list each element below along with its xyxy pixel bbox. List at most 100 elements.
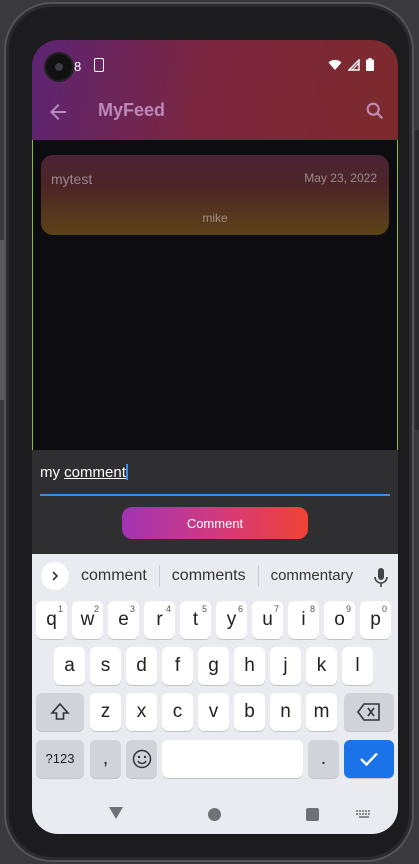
emoji-icon <box>132 749 151 769</box>
key-e-label: e <box>118 609 129 630</box>
key-hint-p: 0 <box>381 604 387 614</box>
key-hint-w: 2 <box>93 604 99 614</box>
desktop-background-strip <box>415 130 419 430</box>
key-l[interactable]: l <box>342 647 373 685</box>
key-y[interactable]: y6 <box>216 601 247 639</box>
key-d-label: d <box>136 655 147 676</box>
key-y-label: y <box>226 609 237 630</box>
app-title: MyFeed <box>98 100 166 120</box>
comment-button[interactable]: Comment <box>122 507 308 539</box>
comment-panel: my comment Comment <box>32 450 398 554</box>
period-key[interactable]: . <box>308 740 339 778</box>
feed-list: mytest May 23, 2022 mike <box>32 140 398 450</box>
phone-screen: 8 MyFeed mytest May 23, 2022 mike my com… <box>32 40 398 834</box>
key-l-label: l <box>355 655 360 676</box>
key-m-label: m <box>313 701 330 722</box>
key-q-label: q <box>46 609 57 630</box>
key-z[interactable]: z <box>90 693 121 731</box>
key-u[interactable]: u7 <box>252 601 283 639</box>
key-j[interactable]: j <box>270 647 301 685</box>
key-v[interactable]: v <box>198 693 229 731</box>
key-e[interactable]: e3 <box>108 601 139 639</box>
comment-input-text: my comment <box>40 464 128 481</box>
wifi-icon <box>328 59 342 70</box>
key-hint-i: 8 <box>309 604 315 614</box>
backspace-key[interactable] <box>344 693 394 731</box>
nav-recents-icon[interactable] <box>306 808 319 821</box>
key-c[interactable]: c <box>162 693 193 731</box>
key-x[interactable]: x <box>126 693 157 731</box>
key-g[interactable]: g <box>198 647 229 685</box>
suggestion-3[interactable]: commentary <box>259 565 360 587</box>
suggestion-2[interactable]: comments <box>160 565 259 587</box>
soft-keyboard: comment comments commentary q1w2e3r4t5y6… <box>32 554 398 834</box>
key-s[interactable]: s <box>90 647 121 685</box>
backspace-icon <box>357 703 380 721</box>
key-i[interactable]: i8 <box>288 601 319 639</box>
key-w[interactable]: w2 <box>72 601 103 639</box>
key-q[interactable]: q1 <box>36 601 67 639</box>
phone-frame: 8 MyFeed mytest May 23, 2022 mike my com… <box>4 2 414 862</box>
sim-icon <box>94 58 104 72</box>
key-k-label: k <box>316 655 327 676</box>
chevron-right-icon <box>52 571 59 581</box>
shift-key[interactable] <box>36 693 84 731</box>
key-m[interactable]: m <box>306 693 337 731</box>
status-icons <box>328 58 374 71</box>
checkmark-icon <box>360 752 378 767</box>
key-s-label: s <box>100 655 111 676</box>
key-a-label: a <box>64 655 75 676</box>
post-title: mytest <box>51 171 93 187</box>
post-date: May 23, 2022 <box>304 171 377 185</box>
symbols-key[interactable]: ?123 <box>36 740 84 778</box>
key-k[interactable]: k <box>306 647 337 685</box>
app-header: 8 MyFeed <box>32 40 398 140</box>
microphone-icon[interactable] <box>374 568 388 588</box>
search-icon[interactable] <box>364 100 386 122</box>
key-hint-q: 1 <box>57 604 63 614</box>
key-f[interactable]: f <box>162 647 193 685</box>
key-h-label: h <box>244 655 255 676</box>
post-author: mike <box>202 211 228 225</box>
key-i-label: i <box>301 609 306 630</box>
key-r[interactable]: r4 <box>144 601 175 639</box>
key-p-label: p <box>370 609 381 630</box>
key-hint-o: 9 <box>345 604 351 614</box>
key-g-label: g <box>208 655 219 676</box>
key-r-label: r <box>156 609 163 630</box>
nav-back-icon[interactable] <box>108 806 124 820</box>
back-arrow-icon[interactable] <box>46 100 70 124</box>
key-hint-t: 5 <box>201 604 207 614</box>
key-b[interactable]: b <box>234 693 265 731</box>
emoji-key[interactable] <box>126 740 157 778</box>
comment-input-text-plain: my <box>40 464 65 481</box>
key-j-label: j <box>283 655 288 676</box>
key-hint-y: 6 <box>237 604 243 614</box>
suggestion-strip: comment comments commentary <box>32 558 398 594</box>
key-p[interactable]: p0 <box>360 601 391 639</box>
key-u-label: u <box>262 609 273 630</box>
key-t[interactable]: t5 <box>180 601 211 639</box>
key-hint-e: 3 <box>129 604 135 614</box>
nav-home-icon[interactable] <box>208 808 221 821</box>
space-key[interactable] <box>162 740 303 778</box>
key-a[interactable]: a <box>54 647 85 685</box>
key-n[interactable]: n <box>270 693 301 731</box>
front-camera <box>44 52 74 82</box>
battery-icon <box>366 58 374 71</box>
period-key-label: . <box>320 748 327 769</box>
suggestion-expand-button[interactable] <box>41 562 69 590</box>
key-z-label: z <box>100 701 111 722</box>
keyboard-switch-icon[interactable] <box>356 810 372 820</box>
suggestion-1[interactable]: comment <box>69 565 160 587</box>
key-hint-r: 4 <box>165 604 171 614</box>
key-f-label: f <box>174 655 181 676</box>
comma-key[interactable]: , <box>90 740 121 778</box>
key-d[interactable]: d <box>126 647 157 685</box>
key-h[interactable]: h <box>234 647 265 685</box>
post-card[interactable]: mytest May 23, 2022 mike <box>41 155 389 235</box>
enter-key[interactable] <box>344 740 394 778</box>
key-x-label: x <box>136 701 147 722</box>
key-o[interactable]: o9 <box>324 601 355 639</box>
key-n-label: n <box>280 701 291 722</box>
